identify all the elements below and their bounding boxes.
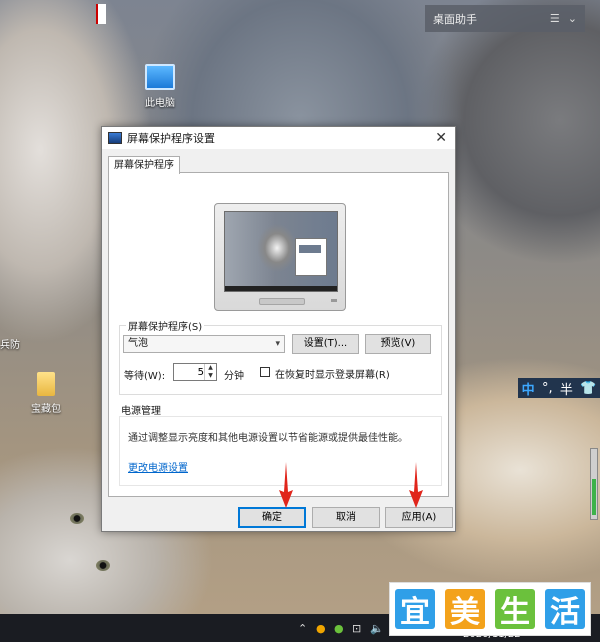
watermark-char: 生: [495, 589, 535, 630]
desktop-icon-label: 此电脑: [145, 98, 175, 109]
tab-screensaver[interactable]: 屏幕保护程序: [108, 156, 180, 174]
cancel-button[interactable]: 取消: [312, 507, 380, 528]
wait-unit-label: 分钟: [224, 371, 244, 382]
resume-login-checkbox[interactable]: [260, 367, 270, 377]
network-icon[interactable]: ⊡: [352, 622, 361, 635]
hamburger-icon[interactable]: ☰: [550, 12, 560, 25]
side-gauge: [590, 448, 598, 520]
desktop-document-icon[interactable]: [96, 4, 106, 24]
assistant-title: 桌面助手: [433, 12, 477, 26]
shirt-icon[interactable]: 👕: [580, 381, 596, 396]
ok-button[interactable]: 确定: [238, 507, 306, 528]
screensaver-preview-monitor: [214, 203, 346, 311]
screensaver-select-value: 气泡: [128, 338, 148, 349]
dialog-titlebar[interactable]: 屏幕保护程序设置 ✕: [102, 127, 455, 149]
monitor-stand: [259, 298, 305, 305]
change-power-settings-link[interactable]: 更改电源设置: [128, 459, 188, 474]
wait-label: 等待(W):: [124, 371, 166, 382]
watermark-char: 宜: [395, 589, 435, 630]
screensaver-group: 屏幕保护程序(S) 气泡 ▾ 设置(T)... 预览(V) 等待(W): ▲▼ …: [119, 318, 442, 395]
monitor-icon: [108, 132, 122, 144]
preview-screen: [224, 211, 338, 292]
chevron-down-icon[interactable]: ⌄: [568, 12, 577, 25]
wechat-icon[interactable]: ●: [334, 622, 344, 635]
chevron-up-icon[interactable]: ⌃: [298, 622, 307, 635]
preview-mini-window: [295, 238, 327, 276]
monitor-led: [331, 299, 337, 302]
ime-mode[interactable]: 中: [522, 379, 535, 398]
ime-width[interactable]: 半: [560, 379, 573, 398]
resume-login-label[interactable]: 在恢复时显示登录屏幕(R): [275, 366, 390, 381]
desktop-assistant-widget[interactable]: 桌面助手 ☰ ⌄: [425, 5, 585, 32]
annotation-arrow-ok: [279, 462, 293, 508]
wait-minutes-stepper[interactable]: ▲▼: [173, 363, 217, 381]
desktop-icon-folder[interactable]: 宝藏包: [14, 372, 78, 415]
chevron-down-icon[interactable]: ▾: [275, 336, 280, 352]
volume-icon[interactable]: 🔈: [370, 622, 384, 635]
preview-button[interactable]: 预览(V): [365, 334, 431, 354]
desktop-edge-label[interactable]: 兵防: [0, 336, 20, 351]
watermark-char: 美: [445, 589, 485, 630]
close-icon[interactable]: ✕: [433, 130, 449, 146]
apply-button[interactable]: 应用(A): [385, 507, 453, 528]
app-tray-icon[interactable]: ●: [316, 622, 326, 635]
dialog-title: 屏幕保护程序设置: [127, 132, 215, 145]
watermark-logo: 宜 美 生 活: [389, 582, 591, 636]
power-description: 通过调整显示亮度和其他电源设置以节省能源或提供最佳性能。: [128, 433, 408, 444]
screensaver-select[interactable]: 气泡 ▾: [123, 335, 285, 353]
wait-minutes-input[interactable]: [174, 364, 206, 380]
ime-punctuation[interactable]: °,: [542, 381, 553, 396]
preview-taskbar: [225, 286, 337, 291]
ime-status-bar[interactable]: 中 °, 半 👕: [518, 378, 600, 398]
settings-button[interactable]: 设置(T)...: [292, 334, 359, 354]
annotation-arrow-apply: [409, 462, 423, 508]
cat-eye-right: [96, 560, 110, 571]
tab-panel: 屏幕保护程序(S) 气泡 ▾ 设置(T)... 预览(V) 等待(W): ▲▼ …: [108, 172, 449, 497]
watermark-char: 活: [545, 589, 585, 630]
stepper-arrows[interactable]: ▲ ▼: [204, 364, 216, 380]
computer-icon: [145, 64, 175, 90]
cat-eye-left: [70, 513, 84, 524]
desktop-icon-label: 宝藏包: [31, 404, 61, 415]
power-group-label: 电源管理: [119, 402, 163, 417]
desktop-icon-this-pc[interactable]: 此电脑: [128, 64, 192, 109]
folder-icon: [37, 372, 55, 396]
screensaver-group-label: 屏幕保护程序(S): [126, 318, 205, 333]
